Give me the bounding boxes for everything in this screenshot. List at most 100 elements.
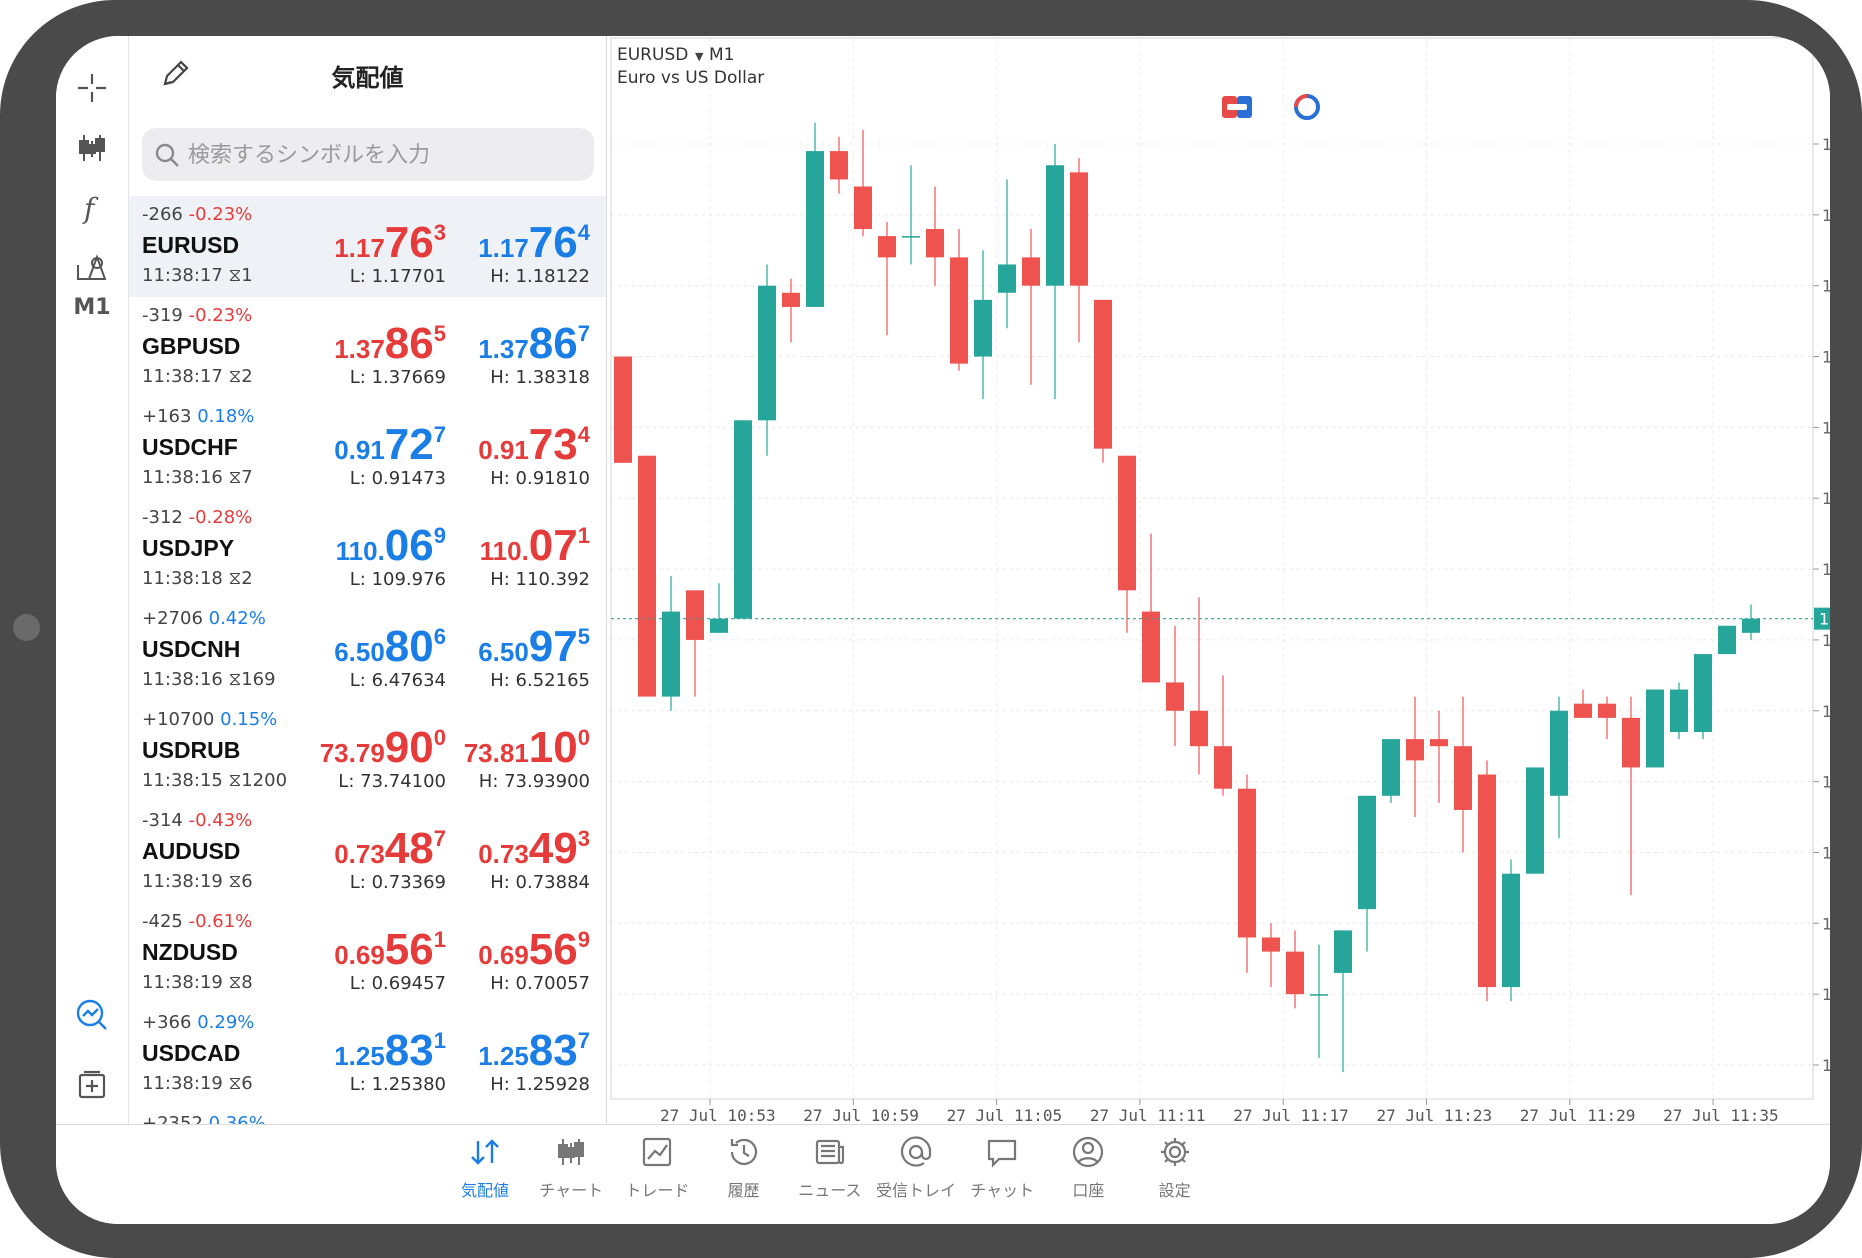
- bid-price: 0.73487: [334, 824, 446, 874]
- new-chart-icon[interactable]: [68, 1061, 116, 1109]
- time-value: 11:38:17: [142, 366, 223, 387]
- tab-label: トレード: [625, 1181, 690, 1200]
- change-percent: -0.23%: [188, 305, 253, 326]
- timeframe-button[interactable]: M1: [56, 295, 128, 320]
- spread-value: 169: [241, 669, 276, 690]
- bull-candle: [1502, 873, 1520, 988]
- quote-row[interactable]: +2706 0.42% USDCNH 11:38:16 ⧖169 6.50806 6.5…: [129, 600, 606, 701]
- bear-candle: [1454, 746, 1472, 810]
- symbol-name: GBPUSD: [142, 333, 241, 359]
- ask-price-prefix: 73.81: [463, 738, 529, 768]
- candles-icon: [558, 1139, 585, 1165]
- spread-value: 7: [241, 467, 253, 488]
- bid-price-fraction: 0: [433, 725, 446, 750]
- price-label: 1.17710: [1822, 985, 1830, 1004]
- price-label: 1.17820: [1822, 206, 1830, 225]
- change-percent: -0.23%: [188, 204, 253, 225]
- bull-candle: [734, 420, 752, 619]
- ask-price-prefix: 1.37: [478, 334, 529, 364]
- bid-price-pips: 06: [384, 521, 434, 570]
- change-points: +2352: [142, 1113, 203, 1124]
- bull-candle: [1718, 625, 1736, 655]
- tab-trade-chart[interactable]: トレード: [607, 1135, 707, 1201]
- ask-price-fraction: 1: [577, 523, 590, 548]
- bid-price: 1.25831: [334, 1026, 446, 1076]
- bear-candle: [1190, 710, 1208, 747]
- bull-candle: [1334, 930, 1352, 973]
- quote-row[interactable]: -312 -0.28% USDJPY 11:38:18 ⧖2 110.069 110.0…: [129, 499, 606, 600]
- tab-quotes-arrows[interactable]: 気配値: [435, 1135, 535, 1201]
- search-input[interactable]: [186, 134, 580, 176]
- quote-time: 11:38:16 ⧖7: [142, 467, 253, 488]
- ask-price-fraction: 0: [577, 725, 590, 750]
- low-price: L: 0.69457: [349, 973, 446, 994]
- bid-price: 0.91727: [334, 420, 446, 470]
- crosshair-icon[interactable]: [68, 64, 116, 112]
- home-button[interactable]: [13, 614, 40, 641]
- trade-chart-icon: [643, 1137, 672, 1167]
- quote-row[interactable]: +163 0.18% USDCHF 11:38:16 ⧖7 0.91727 0.9173…: [129, 398, 606, 499]
- candlestick-chart[interactable]: 1.17830 1.17820 1.17810 1.17800 1.17790 1.177…: [607, 36, 1830, 1124]
- indicators-candles-icon[interactable]: [68, 124, 116, 172]
- bid-price-pips: 86: [384, 319, 434, 368]
- tab-candles[interactable]: チャート: [521, 1135, 621, 1201]
- bid-price: 0.69561: [334, 925, 446, 975]
- bull-candle: [902, 236, 920, 238]
- symbol-search[interactable]: [142, 128, 594, 181]
- quote-row[interactable]: +2352 0.36%: [129, 1105, 606, 1124]
- account-icon: [1073, 1136, 1104, 1168]
- quote-row[interactable]: -314 -0.43% AUDUSD 11:38:19 ⧖6 0.73487 0.734…: [129, 802, 606, 903]
- quote-row[interactable]: -319 -0.23% GBPUSD 11:38:17 ⧖2 1.37865 1.378…: [129, 297, 606, 398]
- price-label: 1.17760: [1822, 631, 1830, 650]
- bear-candle: [1022, 257, 1040, 286]
- symbol-name: NZDUSD: [142, 939, 238, 965]
- tab-label: 気配値: [460, 1181, 509, 1200]
- time-value: 11:38:16: [142, 467, 223, 488]
- quote-row[interactable]: -425 -0.61% NZDUSD 11:38:19 ⧖8 0.69561 0.695…: [129, 903, 606, 1004]
- tab-settings-gear[interactable]: 設定: [1125, 1135, 1225, 1201]
- bull-candle: [1670, 689, 1688, 733]
- function-icon[interactable]: f: [68, 184, 116, 232]
- time-label: 27 Jul 11:11: [1090, 1106, 1206, 1124]
- bid-price-prefix: 0.73: [334, 839, 385, 869]
- tab-account[interactable]: 口座: [1038, 1135, 1138, 1201]
- change-percent: -0.43%: [188, 810, 253, 831]
- bid-price-pips: 80: [384, 622, 434, 671]
- price-label: 1.17700: [1822, 1056, 1830, 1075]
- time-value: 11:38:16: [142, 669, 223, 690]
- bid-price: 110.069: [336, 521, 446, 571]
- bid-price-prefix: 110.: [335, 536, 385, 566]
- bid-price-pips: 76: [384, 218, 434, 267]
- objects-shapes-icon[interactable]: [68, 244, 116, 292]
- news-icon: [815, 1139, 844, 1165]
- bid-price: 1.17763: [334, 218, 446, 268]
- time-value: 11:38:19: [142, 972, 223, 993]
- spread-icon: ⧖: [228, 871, 242, 892]
- time-label: 27 Jul 10:59: [803, 1106, 919, 1124]
- symbol-name: AUDUSD: [142, 838, 241, 864]
- tab-chat[interactable]: チャット: [952, 1135, 1052, 1201]
- quote-row[interactable]: +366 0.29% USDCAD 11:38:19 ⧖6 1.25831 1.2583…: [129, 1004, 606, 1105]
- bear-candle: [1214, 746, 1232, 789]
- bid-price-fraction: 1: [433, 1028, 446, 1053]
- spread-icon: ⧖: [228, 669, 242, 690]
- bid-price-prefix: 1.37: [334, 334, 385, 364]
- quote-row[interactable]: -266 -0.23% EURUSD 11:38:17 ⧖1 1.17763 1.177…: [129, 196, 606, 297]
- one-click-trading-icon[interactable]: [1222, 96, 1252, 118]
- price-chart[interactable]: 1.17830 1.17820 1.17810 1.17800 1.17790 1.177…: [607, 36, 1830, 1124]
- tab-at[interactable]: 受信トレイ: [866, 1135, 966, 1201]
- trading-signals-icon[interactable]: [68, 991, 116, 1039]
- bear-candle: [614, 356, 632, 463]
- change-info: -319 -0.23%: [142, 305, 252, 326]
- spread-icon: ⧖: [228, 1073, 242, 1094]
- price-label: 1.17800: [1822, 348, 1830, 367]
- tab-history-clock[interactable]: 履歴: [694, 1135, 794, 1201]
- at-icon: [900, 1136, 932, 1167]
- change-info: +2352 0.36%: [142, 1113, 266, 1124]
- tab-news[interactable]: ニュース: [780, 1135, 880, 1201]
- quote-row[interactable]: +10700 0.15% USDRUB 11:38:15 ⧖1200 73.79900…: [129, 701, 606, 802]
- tab-label: チャット: [970, 1181, 1035, 1200]
- bull-candle: [1742, 618, 1760, 633]
- ask-price-pips: 83: [528, 1026, 578, 1075]
- price-label: 1.17730: [1822, 843, 1830, 862]
